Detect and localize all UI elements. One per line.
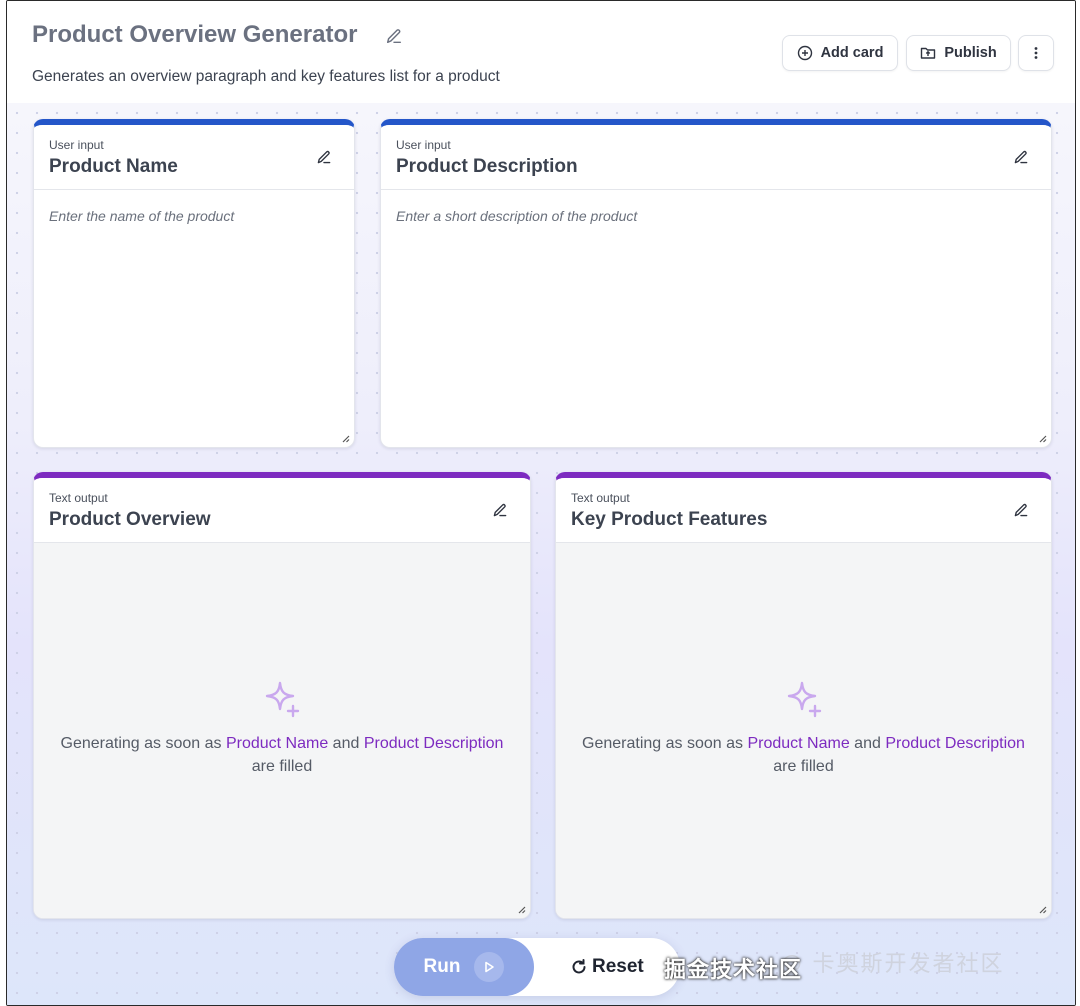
watermark-left: 掘金技术社区 [664, 957, 803, 982]
generating-text: Generating as soon as Product Name and P… [34, 732, 530, 778]
card-canvas: User input Product Name Enter the name o… [7, 103, 1075, 1005]
edit-card-icon[interactable] [1013, 149, 1029, 165]
resize-handle-icon[interactable] [340, 433, 350, 443]
card-header: Text output Product Overview [34, 478, 530, 543]
key-features-output: Generating as soon as Product Name and P… [556, 543, 1051, 918]
edit-card-icon[interactable] [492, 502, 508, 518]
generating-text: Generating as soon as Product Name and P… [556, 732, 1051, 778]
card-title: Product Description [396, 156, 578, 177]
msg-and: and [328, 735, 364, 752]
play-icon [474, 952, 505, 982]
product-description-ref: Product Description [363, 735, 504, 752]
product-overview-card: Text output Product Overview Generating … [33, 472, 531, 919]
product-name-ref: Product Name [747, 735, 850, 752]
reset-button[interactable]: Reset [570, 938, 644, 996]
card-kind-label: Text output [571, 491, 630, 505]
card-header: User input Product Description [381, 125, 1051, 190]
resize-handle-icon[interactable] [1037, 433, 1047, 443]
app-window: Product Overview Generator Generates an … [6, 0, 1076, 1006]
folder-upload-icon [921, 47, 936, 59]
card-header: User input Product Name [34, 125, 354, 190]
reset-label: Reset [592, 956, 644, 977]
product-name-ref: Product Name [225, 735, 329, 752]
refresh-icon [572, 959, 586, 974]
plus-circle-icon [797, 45, 812, 61]
run-bar: Run Reset [394, 938, 680, 996]
product-name-input[interactable]: Enter the name of the product [34, 190, 354, 447]
add-card-button[interactable]: Add card [782, 35, 898, 71]
msg-prefix: Generating as soon as [582, 735, 748, 752]
page-title: Product Overview Generator [32, 21, 358, 48]
sparkles-icon [265, 681, 300, 718]
card-kind-label: User input [396, 138, 451, 152]
vertical-dots-icon [1034, 47, 1038, 59]
add-card-label: Add card [820, 45, 884, 61]
msg-prefix: Generating as soon as [60, 735, 226, 752]
edit-title-icon[interactable] [385, 27, 403, 45]
card-title: Key Product Features [571, 509, 768, 530]
product-description-input[interactable]: Enter a short description of the product [381, 190, 1051, 447]
msg-and: and [849, 735, 886, 752]
edit-card-icon[interactable] [1013, 502, 1029, 518]
product-description-ref: Product Description [885, 735, 1025, 752]
card-kind-label: Text output [49, 491, 108, 505]
publish-label: Publish [944, 45, 997, 61]
card-header: Text output Key Product Features [556, 478, 1051, 543]
product-overview-output: Generating as soon as Product Name and P… [34, 543, 530, 918]
app-header: Product Overview Generator Generates an … [7, 1, 1075, 103]
resize-handle-icon[interactable] [1037, 904, 1047, 914]
product-description-placeholder: Enter a short description of the product [396, 208, 638, 224]
run-label: Run [423, 956, 461, 977]
product-description-card: User input Product Description Enter a s… [380, 119, 1052, 448]
key-features-card: Text output Key Product Features Generat… [555, 472, 1052, 919]
generating-message: Generating as soon as Product Name and P… [34, 678, 530, 778]
generating-message: Generating as soon as Product Name and P… [556, 678, 1051, 778]
card-title: Product Overview [49, 509, 211, 530]
card-kind-label: User input [49, 138, 104, 152]
sparkles-icon [787, 681, 821, 718]
publish-button[interactable]: Publish [906, 35, 1011, 71]
card-title: Product Name [49, 156, 178, 177]
msg-suffix: are filled [773, 758, 834, 775]
watermark-right: @ 卡奥斯开发者社区 [780, 951, 1005, 976]
msg-suffix: are filled [251, 758, 313, 775]
more-options-button[interactable] [1018, 35, 1054, 71]
run-button[interactable]: Run [394, 938, 534, 996]
product-name-card: User input Product Name Enter the name o… [33, 119, 355, 448]
resize-handle-icon[interactable] [516, 904, 526, 914]
product-name-placeholder: Enter the name of the product [49, 208, 235, 224]
page-subtitle: Generates an overview paragraph and key … [32, 68, 500, 85]
edit-card-icon[interactable] [316, 149, 332, 165]
